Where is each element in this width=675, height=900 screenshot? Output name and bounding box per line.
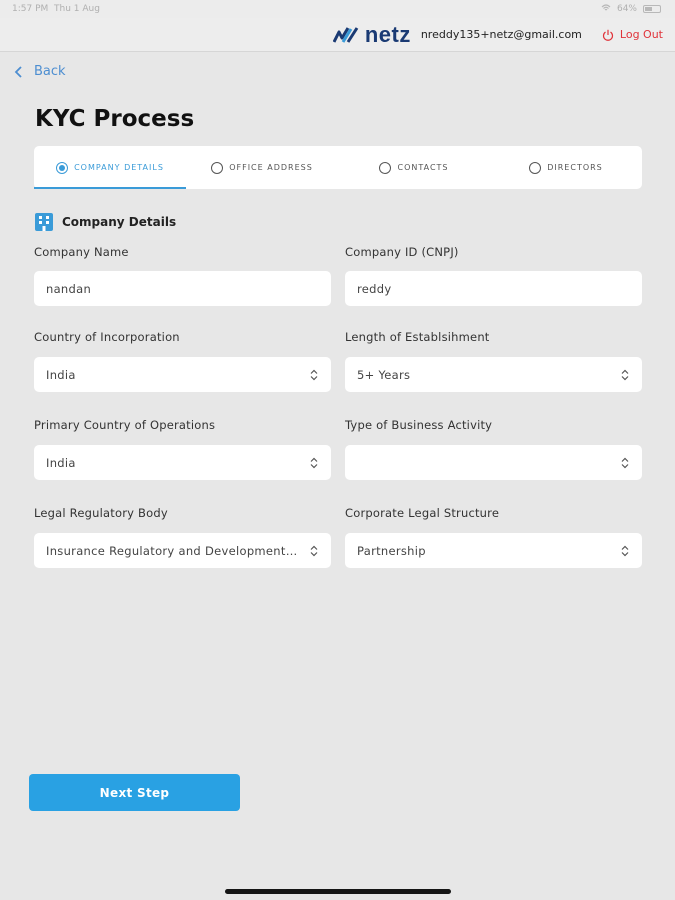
company-name-value: nandan	[46, 281, 92, 296]
building-icon	[35, 213, 53, 231]
battery-percent: 64%	[616, 4, 637, 14]
wifi-icon	[601, 3, 611, 15]
section-title: Company Details	[62, 215, 177, 229]
country-incorporation-select[interactable]: India	[34, 357, 331, 392]
country-incorporation-label: Country of Incorporation	[34, 330, 180, 344]
back-label: Back	[34, 64, 66, 79]
logout-button[interactable]: Log Out	[602, 28, 663, 41]
company-name-field[interactable]: nandan	[34, 271, 331, 306]
app-header: netz nreddy135+netz@gmail.com Log Out	[0, 18, 675, 52]
company-id-label: Company ID (CNPJ)	[345, 245, 459, 259]
status-date: Thu 1 Aug	[54, 4, 100, 14]
length-establishment-value: 5+ Years	[357, 367, 411, 382]
step-label: CONTACTS	[397, 163, 449, 172]
status-right: 64%	[601, 3, 661, 15]
step-company-details[interactable]: COMPANY DETAILS	[34, 146, 186, 189]
step-label: DIRECTORS	[547, 163, 603, 172]
primary-country-label: Primary Country of Operations	[34, 418, 216, 432]
radio-icon	[379, 161, 392, 174]
step-label: OFFICE ADDRESS	[229, 163, 313, 172]
status-time-date: 1:57 PM Thu 1 Aug	[12, 4, 100, 14]
legal-structure-value: Partnership	[357, 543, 426, 558]
logo-text: netz	[364, 21, 411, 47]
legal-structure-label: Corporate Legal Structure	[345, 506, 500, 520]
primary-country-select[interactable]: India	[34, 445, 331, 480]
length-establishment-label: Length of Establsihment	[345, 330, 490, 344]
user-email: nreddy135+netz@gmail.com	[420, 28, 582, 41]
company-id-field[interactable]: reddy	[345, 271, 642, 306]
status-time: 1:57 PM	[12, 4, 49, 14]
kyc-stepper: COMPANY DETAILS OFFICE ADDRESS CONTACTS …	[34, 146, 642, 189]
status-bar: 1:57 PM Thu 1 Aug 64%	[0, 0, 675, 18]
step-contacts[interactable]: CONTACTS	[338, 146, 490, 189]
primary-country-value: India	[46, 455, 76, 470]
legal-body-value: Insurance Regulatory and Development Aut…	[46, 543, 301, 558]
country-incorporation-value: India	[46, 367, 76, 382]
company-id-value: reddy	[357, 281, 392, 296]
legal-body-select[interactable]: Insurance Regulatory and Development Aut…	[34, 533, 331, 568]
chevron-up-down-icon	[310, 545, 318, 556]
chevron-up-down-icon	[621, 369, 629, 380]
legal-structure-select[interactable]: Partnership	[345, 533, 642, 568]
chevron-left-icon	[14, 65, 22, 78]
battery-icon	[643, 5, 661, 13]
power-icon	[602, 29, 613, 41]
step-label: COMPANY DETAILS	[74, 163, 164, 172]
business-activity-select[interactable]	[345, 445, 642, 480]
radio-icon	[56, 161, 69, 174]
legal-body-label: Legal Regulatory Body	[34, 506, 168, 520]
step-office-address[interactable]: OFFICE ADDRESS	[186, 146, 338, 189]
page-title: KYC Process	[35, 106, 195, 132]
next-step-button[interactable]: Next Step	[29, 774, 240, 811]
logout-label: Log Out	[619, 28, 663, 41]
netz-logo-icon	[332, 26, 359, 43]
length-establishment-select[interactable]: 5+ Years	[345, 357, 642, 392]
step-directors[interactable]: DIRECTORS	[490, 146, 642, 189]
radio-icon	[529, 161, 542, 174]
chevron-up-down-icon	[310, 369, 318, 380]
logo: netz	[332, 21, 411, 48]
radio-icon	[211, 161, 224, 174]
section-heading: Company Details	[34, 212, 176, 232]
back-button[interactable]: Back	[14, 64, 66, 79]
company-name-label: Company Name	[34, 245, 129, 259]
business-activity-label: Type of Business Activity	[345, 418, 493, 432]
chevron-up-down-icon	[621, 545, 629, 556]
chevron-up-down-icon	[310, 457, 318, 468]
chevron-up-down-icon	[621, 457, 629, 468]
home-indicator[interactable]	[225, 889, 451, 894]
